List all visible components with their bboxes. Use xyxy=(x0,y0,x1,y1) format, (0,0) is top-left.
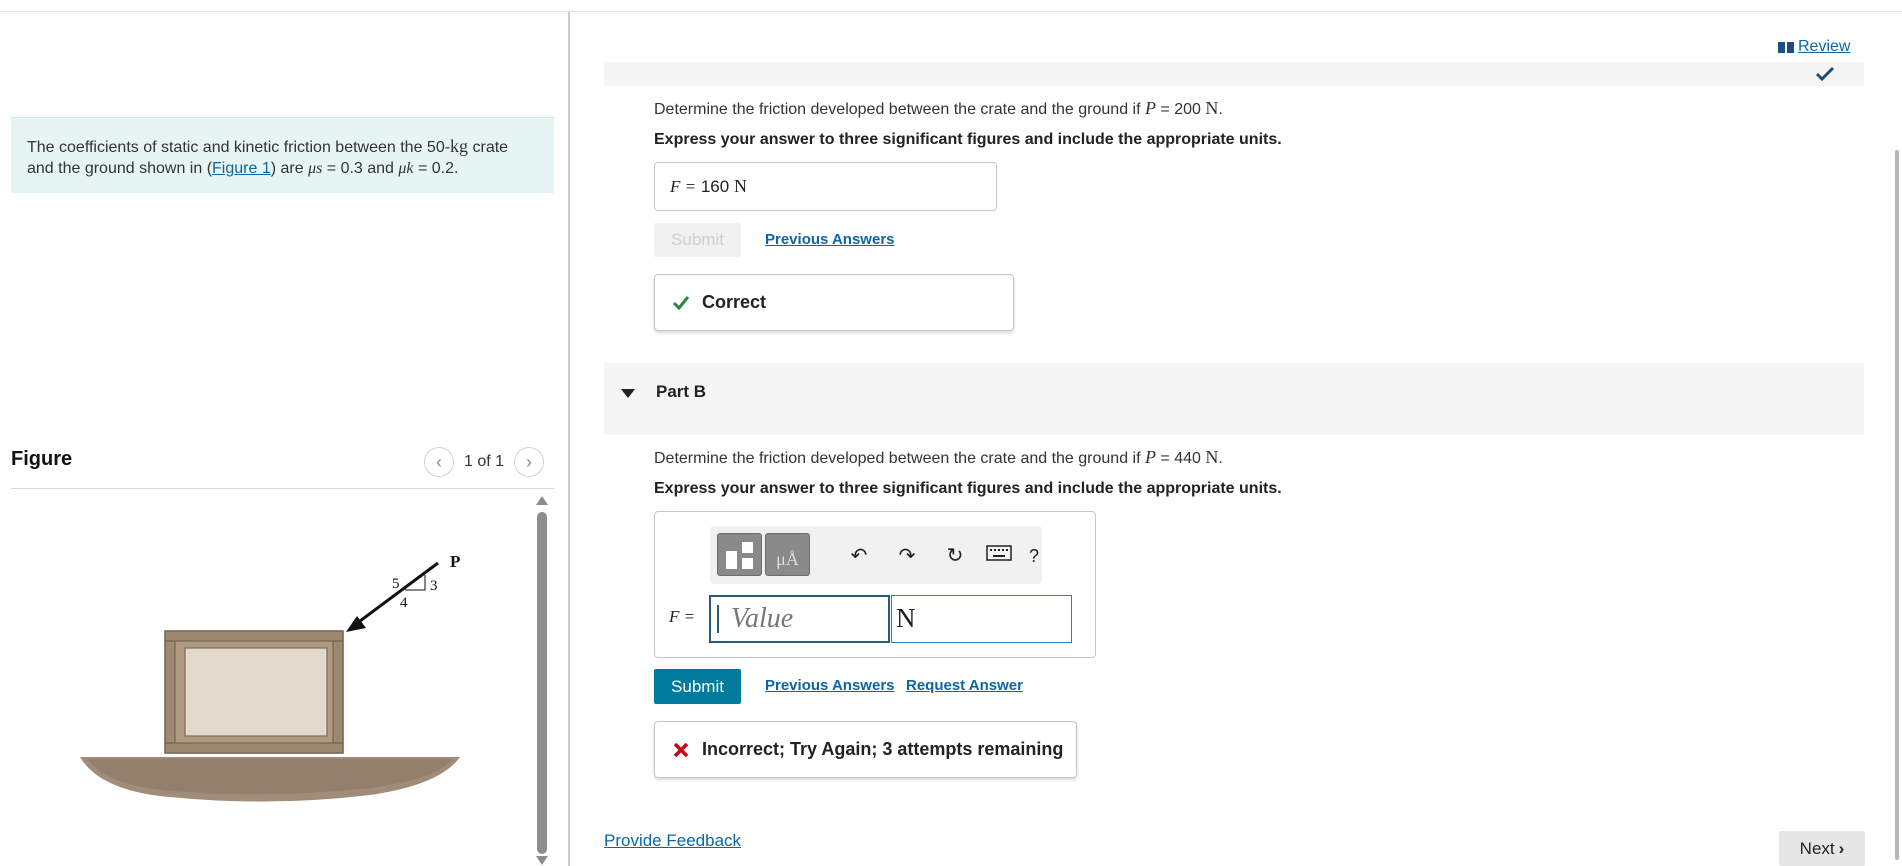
crate-diagram: P 5 3 4 xyxy=(80,552,460,802)
review-label: Review xyxy=(1798,38,1851,55)
part-a-submit-button: Submit xyxy=(654,223,741,257)
mass-unit: kg xyxy=(450,136,469,156)
collapse-caret-icon[interactable] xyxy=(621,389,635,398)
part-a-question-value: = 200 xyxy=(1155,101,1206,118)
mu-k-value: = 0.2. xyxy=(413,160,459,177)
chevron-left-icon: ‹ xyxy=(436,452,442,472)
slope-run-label: 4 xyxy=(400,595,408,611)
part-a-p-symbol: P xyxy=(1144,98,1156,118)
chevron-right-icon: › xyxy=(1838,838,1845,858)
crate-top-plank xyxy=(164,630,344,642)
part-b-title: Part B xyxy=(656,382,707,401)
problem-statement: The coefficients of static and kinetic f… xyxy=(11,117,554,193)
chevron-right-icon: › xyxy=(526,452,533,472)
figure-scrollbar[interactable] xyxy=(535,496,549,865)
part-b-question: Determine the friction developed between… xyxy=(654,447,1223,468)
mu-s-symbol: μs xyxy=(308,160,323,177)
part-b-question-unit: N xyxy=(1205,447,1219,467)
part-a-answer-unit: N xyxy=(733,176,747,196)
mu-k-symbol: μk xyxy=(398,160,414,177)
review-link[interactable]: Review xyxy=(1778,38,1850,56)
book-icon xyxy=(1778,41,1794,53)
slope-triangle xyxy=(405,575,426,591)
part-a-answer-label: F = xyxy=(670,177,697,196)
x-icon xyxy=(673,742,689,757)
unit-input[interactable]: N xyxy=(891,595,1072,643)
part-b-question-suffix: . xyxy=(1218,450,1223,467)
provide-feedback-link[interactable]: Provide Feedback xyxy=(604,831,741,851)
part-b-question-prefix: Determine the friction developed between… xyxy=(654,450,1145,467)
reset-icon[interactable]: ↻ xyxy=(941,542,969,570)
next-button[interactable]: Next › xyxy=(1779,831,1865,866)
part-b-instruction: Express your answer to three significant… xyxy=(654,480,1282,497)
part-b-answer-panel: μÅ ↶ ↷ ↻ ? F = Value N xyxy=(654,511,1096,658)
part-b-p-symbol: P xyxy=(1144,447,1156,467)
part-b-previous-answers-link[interactable]: Previous Answers xyxy=(765,677,895,694)
scrollbar-thumb[interactable] xyxy=(537,512,547,854)
part-a-answer-box: F = 160 N xyxy=(654,162,997,211)
value-input[interactable]: Value xyxy=(709,595,890,643)
page-scrollbar[interactable] xyxy=(1895,150,1899,860)
templates-icon xyxy=(726,542,753,569)
undo-icon[interactable]: ↶ xyxy=(845,542,873,570)
figure-navigation: ‹ 1 of 1 › xyxy=(424,447,545,477)
figure-divider xyxy=(11,488,554,489)
keyboard-icon[interactable] xyxy=(985,543,1013,571)
part-a-answer-value: 160 xyxy=(700,177,730,196)
part-b-result-box: Incorrect; Try Again; 3 attempts remaini… xyxy=(654,721,1077,778)
part-b-question-value: = 440 xyxy=(1155,450,1206,467)
next-label: Next xyxy=(1799,838,1835,858)
force-arrow-line xyxy=(351,561,439,629)
figure-counter: 1 of 1 xyxy=(464,453,505,470)
part-a-band xyxy=(604,62,1864,86)
figure-next-button[interactable]: › xyxy=(514,447,545,477)
force-label: P xyxy=(450,552,460,571)
crate-panel xyxy=(184,647,328,737)
redo-icon[interactable]: ↷ xyxy=(893,542,921,570)
templates-button[interactable] xyxy=(717,533,762,576)
request-answer-link[interactable]: Request Answer xyxy=(906,677,1023,694)
part-a-question-unit: N xyxy=(1205,98,1219,118)
math-toolbar: μÅ ↶ ↷ ↻ ? xyxy=(710,526,1042,584)
checkmark-icon xyxy=(672,296,690,310)
crate-bottom-plank xyxy=(164,742,344,754)
part-a-question-suffix: . xyxy=(1218,101,1223,118)
units-button[interactable]: μÅ xyxy=(765,533,810,576)
mu-s-value: = 0.3 and xyxy=(322,160,399,177)
slope-rise-label: 3 xyxy=(430,578,438,594)
page-root: The coefficients of static and kinetic f… xyxy=(0,0,1902,866)
part-a-complete-check-icon xyxy=(1815,66,1835,81)
part-a-result-box: Correct xyxy=(654,274,1014,331)
problem-text-after: ) are xyxy=(270,160,309,177)
part-b-submit-button[interactable]: Submit xyxy=(654,669,741,704)
help-button[interactable]: ? xyxy=(1020,542,1048,570)
part-a-question: Determine the friction developed between… xyxy=(654,98,1223,119)
crate-right-post xyxy=(332,640,344,744)
figure-link[interactable]: Figure 1 xyxy=(212,160,271,177)
part-a-previous-answers-link[interactable]: Previous Answers xyxy=(765,231,895,248)
scroll-up-arrow-icon[interactable] xyxy=(536,496,548,505)
scroll-down-arrow-icon[interactable] xyxy=(536,856,548,865)
part-a-question-prefix: Determine the friction developed between… xyxy=(654,101,1145,118)
part-b-header[interactable] xyxy=(604,363,1864,435)
part-b-result-label: Incorrect; Try Again; 3 attempts remaini… xyxy=(702,739,1064,759)
slope-hyp-label: 5 xyxy=(392,576,400,592)
part-a-instruction: Express your answer to three significant… xyxy=(654,131,1282,148)
figure-title: Figure xyxy=(11,448,73,470)
figure-prev-button[interactable]: ‹ xyxy=(424,447,454,477)
part-a-result-label: Correct xyxy=(702,292,767,312)
problem-text-before: The coefficients of static and kinetic f… xyxy=(27,139,451,156)
part-b-answer-label: F = xyxy=(669,607,696,626)
crate-left-post xyxy=(164,640,176,744)
